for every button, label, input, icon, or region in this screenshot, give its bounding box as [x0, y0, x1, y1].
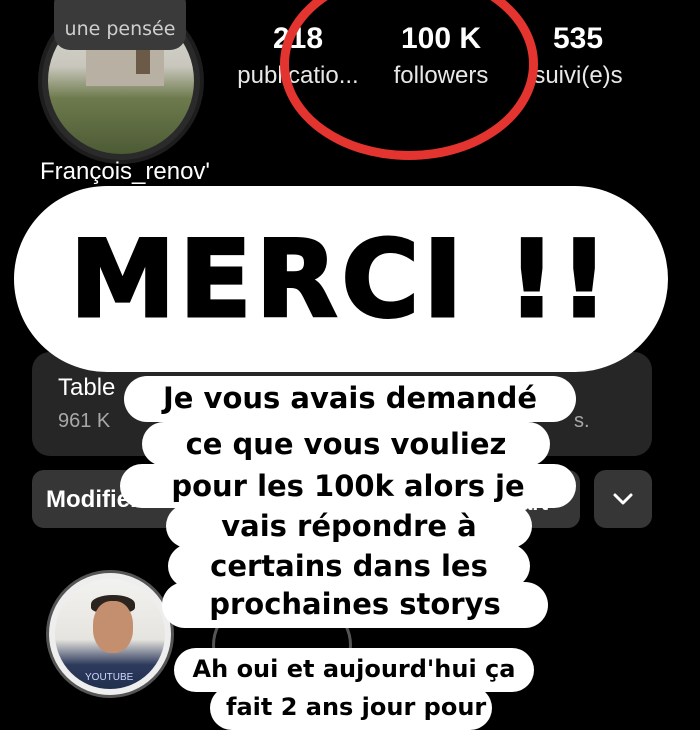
- note-bubble[interactable]: une pensée: [54, 0, 186, 50]
- note-text: une pensée: [64, 18, 176, 40]
- caption-text-3: pour les 100k alors je: [171, 469, 525, 503]
- second-caption-text-2: fait 2 ans jour pour: [226, 693, 487, 721]
- caption-text-4: vais répondre à: [221, 509, 477, 543]
- expand-suggestions-button[interactable]: [594, 470, 652, 528]
- caption-text-6: prochaines storys: [209, 587, 501, 621]
- caption-line-3: pour les 100k alors je: [120, 464, 576, 508]
- dashboard-card-subtitle-right: s.: [574, 410, 590, 432]
- caption-text-2: ce que vous vouliez: [185, 427, 507, 461]
- merci-banner: MERCI !!: [14, 186, 668, 372]
- caption-text-1: Je vous avais demandé: [162, 381, 537, 415]
- dashboard-card-title: Table: [58, 374, 116, 401]
- caption-line-6: prochaines storys: [162, 582, 548, 628]
- house-door: [136, 50, 150, 74]
- story-highlight[interactable]: YOUTUBE: [46, 570, 174, 698]
- second-caption-text-1: Ah oui et aujourd'hui ça: [192, 655, 516, 683]
- red-highlight-circle: [280, 0, 538, 160]
- highlight-photo: YOUTUBE: [55, 579, 165, 689]
- highlight-face: [93, 601, 133, 653]
- username: François_renov': [40, 158, 210, 185]
- highlight-tag: YOUTUBE: [85, 672, 134, 683]
- merci-headline: MERCI !!: [68, 216, 613, 342]
- caption-line-4: vais répondre à: [166, 504, 532, 548]
- caption-line-2: ce que vous vouliez: [142, 422, 550, 466]
- caption-text-5: certains dans les: [210, 549, 488, 583]
- caption-line-1: Je vous avais demandé: [124, 376, 576, 422]
- second-caption-line-2: fait 2 ans jour pour: [210, 686, 492, 730]
- dashboard-card-subtitle: 961 K: [58, 410, 111, 432]
- chevron-down-icon: [613, 493, 633, 505]
